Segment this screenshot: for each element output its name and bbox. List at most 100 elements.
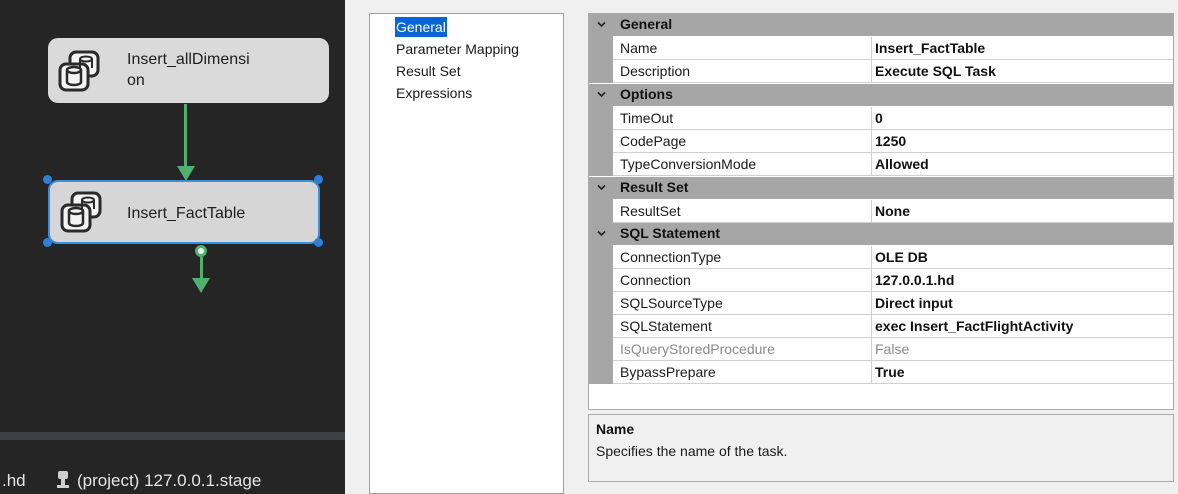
chevron-down-icon[interactable] [597,90,606,99]
category-options[interactable]: Options [589,84,1173,106]
connector-anchor[interactable] [195,245,207,257]
task-label: Insert_allDimensi on [127,51,250,89]
property-row-timeout[interactable]: TimeOut 0 [589,106,1173,130]
property-name: SQLSourceType [620,295,723,311]
row-gutter [589,314,613,338]
task-insert-fact-table[interactable]: Insert_FactTable [48,180,320,244]
horizontal-scrollbar[interactable] [0,432,345,440]
column-divider[interactable] [871,315,872,338]
row-gutter [589,291,613,315]
category-title: Result Set [620,179,689,195]
property-row-resultset[interactable]: ResultSet None [589,199,1173,223]
property-name: Description [620,63,691,79]
precedence-constraint-pending[interactable] [200,257,203,279]
property-value[interactable]: 127.0.0.1.hd [875,272,954,288]
row-gutter [589,337,613,361]
property-value[interactable]: Insert_FactTable [875,40,985,56]
property-value[interactable]: Direct input [875,295,953,311]
selection-handle-top-right[interactable] [314,175,323,184]
nav-item-expressions[interactable]: Expressions [395,83,473,103]
row-gutter [589,106,613,130]
property-name: ResultSet [620,203,681,219]
column-divider[interactable] [871,269,872,292]
category-result-set[interactable]: Result Set [589,177,1173,199]
description-title: Name [596,421,635,437]
precedence-arrow [177,166,195,181]
row-gutter [589,129,613,153]
dialog-background [345,0,370,494]
property-row-type-conversion-mode[interactable]: TypeConversionMode Allowed [589,152,1173,176]
task-label: Insert_FactTable [127,205,246,222]
nav-item-result-set[interactable]: Result Set [395,61,462,81]
property-name: TimeOut [620,110,674,126]
property-name: TypeConversionMode [620,156,757,172]
property-name: BypassPrepare [620,364,716,380]
project-connection-icon [57,471,69,488]
chevron-down-icon[interactable] [597,183,606,192]
property-value: False [875,341,910,357]
row-gutter [589,199,613,223]
property-value[interactable]: 0 [875,110,883,126]
property-row-sql-source-type[interactable]: SQLSourceType Direct input [589,291,1173,315]
property-row-sql-statement[interactable]: SQLStatement exec Insert_FactFlightActiv… [589,314,1173,338]
column-divider[interactable] [871,200,872,223]
precedence-arrow [192,278,210,293]
property-value[interactable]: None [875,203,910,219]
row-gutter [589,245,613,269]
nav-item-parameter-mapping[interactable]: Parameter Mapping [395,39,520,59]
category-title: Options [620,86,673,102]
connection-item-stage[interactable]: (project) 127.0.0.1.stage [77,471,261,491]
property-grid: General Name Insert_FactTable Descriptio… [588,13,1174,410]
property-row-is-query-stored-procedure: IsQueryStoredProcedure False [589,337,1173,361]
row-gutter [589,36,613,60]
column-divider[interactable] [871,60,872,83]
property-value[interactable]: exec Insert_FactFlightActivity [875,318,1073,334]
nav-item-general[interactable]: General [395,17,447,37]
property-name: SQLStatement [620,318,712,334]
category-title: SQL Statement [620,225,721,241]
property-name: CodePage [620,133,687,149]
property-row-connection-type[interactable]: ConnectionType OLE DB [589,245,1173,269]
execute-sql-task-icon [58,50,100,91]
description-text: Specifies the name of the task. [596,443,788,459]
property-row-connection[interactable]: Connection 127.0.0.1.hd [589,268,1173,292]
property-name: IsQueryStoredProcedure [620,341,775,357]
property-value[interactable]: Allowed [875,156,929,172]
row-gutter [589,59,613,83]
column-divider[interactable] [871,338,872,361]
property-value[interactable]: OLE DB [875,249,928,265]
precedence-constraint[interactable] [184,104,187,168]
selection-handle-bottom-left[interactable] [43,238,52,247]
property-row-name[interactable]: Name Insert_FactTable [589,36,1173,60]
connection-item-hd[interactable]: .hd [2,471,26,491]
category-title: General [620,16,673,32]
row-gutter [589,152,613,176]
column-divider[interactable] [871,246,872,269]
property-row-bypass-prepare[interactable]: BypassPrepare True [589,360,1173,384]
selection-handle-bottom-right[interactable] [314,238,323,247]
column-divider[interactable] [871,292,872,315]
column-divider[interactable] [871,153,872,176]
row-gutter [589,268,613,292]
chevron-down-icon[interactable] [597,229,606,238]
column-divider[interactable] [871,361,872,384]
category-general[interactable]: General [589,14,1173,36]
chevron-down-icon[interactable] [597,20,606,29]
property-row-description[interactable]: Description Execute SQL Task [589,59,1173,83]
property-name: ConnectionType [620,249,722,265]
property-value[interactable]: True [875,364,905,380]
task-insert-all-dimension[interactable]: Insert_allDimensi on [48,38,329,103]
column-divider[interactable] [871,130,872,153]
property-description-pane: Name Specifies the name of the task. [588,414,1174,482]
category-sql-statement[interactable]: SQL Statement [589,223,1173,245]
property-row-codepage[interactable]: CodePage 1250 [589,129,1173,153]
row-gutter [589,360,613,384]
selection-handle-top-left[interactable] [43,175,52,184]
column-divider[interactable] [871,107,872,130]
connection-manager-bar: .hd (project) 127.0.0.1.stage [0,462,345,494]
property-value[interactable]: Execute SQL Task [875,63,996,79]
property-name: Name [620,40,658,56]
control-flow-canvas[interactable]: Insert_allDimensi on Insert_FactTable .h… [0,0,345,494]
property-value[interactable]: 1250 [875,133,906,149]
column-divider[interactable] [871,37,872,60]
